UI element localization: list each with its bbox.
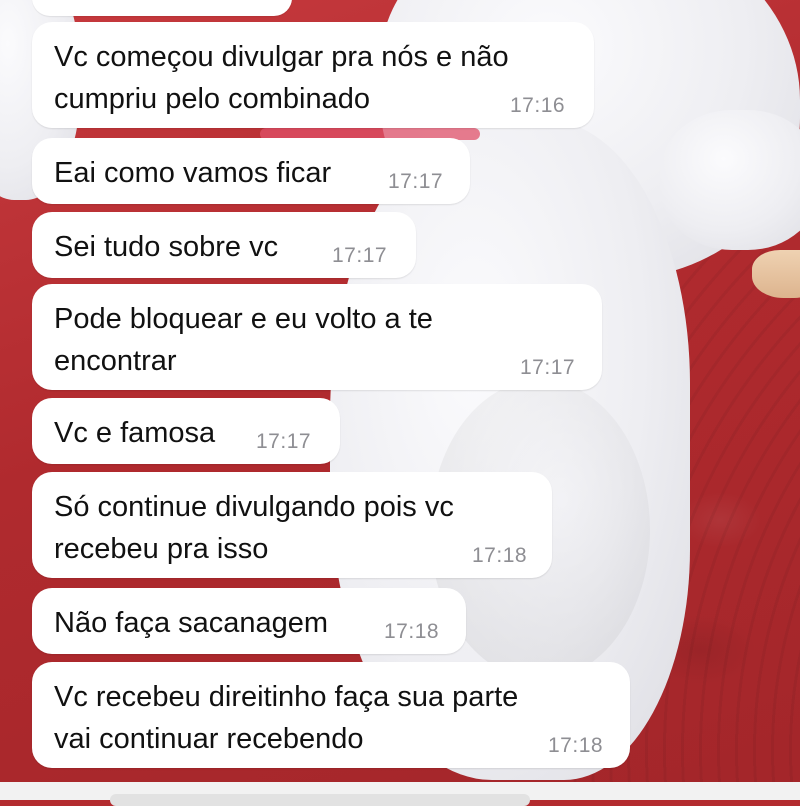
message-timestamp: 17:16 <box>510 94 566 117</box>
message-timestamp: 17:17 <box>520 356 576 379</box>
message-text: Sei tudo sobre vc <box>54 231 279 263</box>
message-bubble[interactable]: Só continue divulgando pois vc recebeu p… <box>32 472 552 578</box>
message-bubble[interactable]: Sei tudo sobre vc 17:17 <box>32 212 416 278</box>
message-text: Só continue divulgando pois vc recebeu p… <box>54 491 454 565</box>
message-text: Pode bloquear e eu volto a te encontrar <box>54 303 433 377</box>
message-bubble[interactable]: Pode bloquear e eu volto a te encontrar … <box>32 284 602 390</box>
message-bubble[interactable]: Não faça sacanagem 17:18 <box>32 588 466 654</box>
message-timestamp: 17:18 <box>548 734 604 757</box>
message-text: Não faça sacanagem <box>54 607 329 639</box>
message-timestamp: 17:17 <box>256 430 312 453</box>
message-bubble[interactable]: Vc recebeu direitinho faça sua parte vai… <box>32 662 630 768</box>
message-timestamp: 17:17 <box>332 244 388 267</box>
message-text: Vc recebeu direitinho faça sua parte vai… <box>54 681 519 755</box>
message-bubble[interactable]: Vc começou divulgar pra nós e não cumpri… <box>32 22 594 128</box>
message-text: Eai como vamos ficar <box>54 157 332 189</box>
message-bubble[interactable]: Vc e famosa 17:17 <box>32 398 340 464</box>
message-timestamp: 17:18 <box>384 620 440 643</box>
chat-message-list[interactable]: Vc começou divulgar pra nós e não cumpri… <box>0 0 800 800</box>
message-timestamp: 17:17 <box>388 170 444 193</box>
message-input-field[interactable] <box>110 794 530 806</box>
message-bubble[interactable]: Eai como vamos ficar 17:17 <box>32 138 470 204</box>
message-timestamp: 17:18 <box>472 544 528 567</box>
message-text: Vc e famosa <box>54 417 216 449</box>
previous-message-bubble-partial[interactable] <box>32 0 292 16</box>
message-text: Vc começou divulgar pra nós e não cumpri… <box>54 41 509 115</box>
